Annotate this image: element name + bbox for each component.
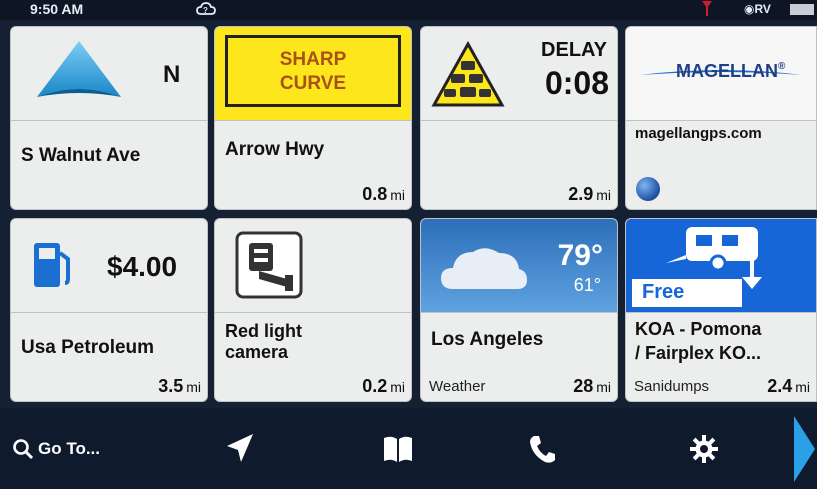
sharp-curve-sign: SHARP CURVE (225, 35, 401, 107)
weather-top: 79° 61° (421, 219, 617, 313)
navigate-button[interactable] (200, 408, 280, 489)
title-line-2: / Fairplex KO... (635, 343, 762, 363)
fuel-top: $4.00 (11, 219, 207, 313)
temp-high: 79° (557, 239, 603, 272)
svg-text:?: ? (203, 6, 208, 15)
distance-unit: mi (795, 379, 810, 395)
title-line-1: KOA - Pomona (635, 319, 762, 339)
delay-label: DELAY (541, 39, 607, 61)
current-street: S Walnut Ave (21, 145, 141, 166)
cloud-sync-icon: ? (196, 1, 216, 20)
heading-direction: N (163, 61, 181, 88)
weather-label: Weather (429, 378, 486, 395)
curve-distance: 0.8 mi (362, 184, 405, 205)
fuel-price-tile[interactable]: $4.00 Usa Petroleum 3.5 mi (10, 218, 208, 402)
distance-value: 0.8 (362, 184, 388, 204)
gas-pump-icon (34, 243, 70, 287)
satellite-icon: ◉ (744, 2, 755, 16)
distance-unit: mi (390, 187, 405, 203)
distance-unit: mi (596, 379, 611, 395)
sign-line-1: SHARP (279, 49, 347, 70)
fuel-price: $4.00 (107, 251, 178, 282)
curve-sign-area: SHARP CURVE (215, 27, 411, 121)
go-to-button[interactable]: Go To... (12, 408, 142, 489)
map-button[interactable] (358, 408, 438, 489)
traffic-icon (431, 41, 505, 107)
koa-title: KOA - Pomona / Fairplex KO... (635, 317, 761, 365)
weather-tile[interactable]: 79° 61° Los Angeles Weather 28 mi (420, 218, 618, 402)
delay-time: 0:08 (544, 65, 609, 101)
distance-value: 2.9 (568, 184, 594, 204)
map-book-icon (384, 436, 412, 462)
distance-value: 28 (573, 376, 594, 396)
search-icon (13, 438, 34, 459)
koa-dump-station-tile[interactable]: Free KOA - Pomona / Fairplex KO... Sanid… (625, 218, 817, 402)
distance-unit: mi (186, 379, 201, 395)
camera-top (215, 219, 411, 313)
distance-value: 2.4 (767, 376, 793, 396)
road-name: Arrow Hwy (225, 139, 325, 160)
red-light-camera-tile[interactable]: Red light camera 0.2 mi (214, 218, 412, 402)
distance-value: 0.2 (362, 376, 388, 396)
gear-icon (690, 434, 718, 463)
station-name: Usa Petroleum (21, 337, 155, 358)
heading-tile-top: N (11, 27, 207, 121)
gps-status: ◉RV (744, 2, 771, 16)
distance-unit: mi (390, 379, 405, 395)
navigation-arrow-icon (227, 433, 253, 462)
weather-distance: 28 mi (573, 376, 611, 397)
cloud-icon (441, 248, 527, 289)
distance-value: 3.5 (158, 376, 184, 396)
fuel-distance: 3.5 mi (158, 376, 201, 397)
phone-icon (530, 435, 555, 463)
ad-url: magellangps.com (635, 125, 762, 142)
next-page-arrow[interactable] (792, 408, 817, 489)
clock: 9:50 AM (30, 1, 84, 17)
direction-arrow-icon (37, 41, 121, 97)
battery-icon (790, 4, 814, 15)
globe-icon (636, 177, 660, 201)
sign-line-2: CURVE (279, 73, 347, 94)
antenna-icon (700, 0, 714, 19)
phone-button[interactable] (502, 408, 582, 489)
title-line-2: camera (225, 342, 289, 362)
ad-logo-area: MAGELLAN® (626, 27, 816, 121)
koa-category: Sanidumps (634, 378, 710, 395)
curve-tile[interactable]: SHARP CURVE Arrow Hwy 0.8 mi (214, 26, 412, 210)
koa-top: Free (626, 219, 816, 313)
registered-mark: ® (778, 61, 786, 72)
bottom-nav-bar: Go To... (0, 408, 817, 489)
koa-distance: 2.4 mi (767, 376, 810, 397)
delay-top: DELAY 0:08 (421, 27, 617, 121)
free-label: Free (642, 281, 685, 303)
status-bar: 9:50 AM ? ◉RV (0, 0, 817, 20)
traffic-delay-tile[interactable]: DELAY 0:08 2.9 mi (420, 26, 618, 210)
delay-distance: 2.9 mi (568, 184, 611, 205)
logo-text: MAGELLAN (676, 61, 778, 81)
camera-distance: 0.2 mi (362, 376, 405, 397)
go-to-label: Go To... (38, 438, 101, 458)
heading-tile[interactable]: N S Walnut Ave (10, 26, 208, 210)
distance-unit: mi (596, 187, 611, 203)
camera-icon (235, 231, 303, 299)
weather-city: Los Angeles (431, 329, 544, 350)
settings-button[interactable] (664, 408, 744, 489)
title-line-1: Red light (225, 321, 302, 341)
magellan-logo-text: MAGELLAN® (676, 61, 785, 82)
magellan-ad-tile[interactable]: MAGELLAN® magellangps.com (625, 26, 817, 210)
chevron-right-icon (794, 415, 815, 482)
temp-low: 61° (573, 275, 601, 295)
camera-title: Red light camera (225, 321, 302, 363)
free-badge: Free (632, 279, 742, 307)
